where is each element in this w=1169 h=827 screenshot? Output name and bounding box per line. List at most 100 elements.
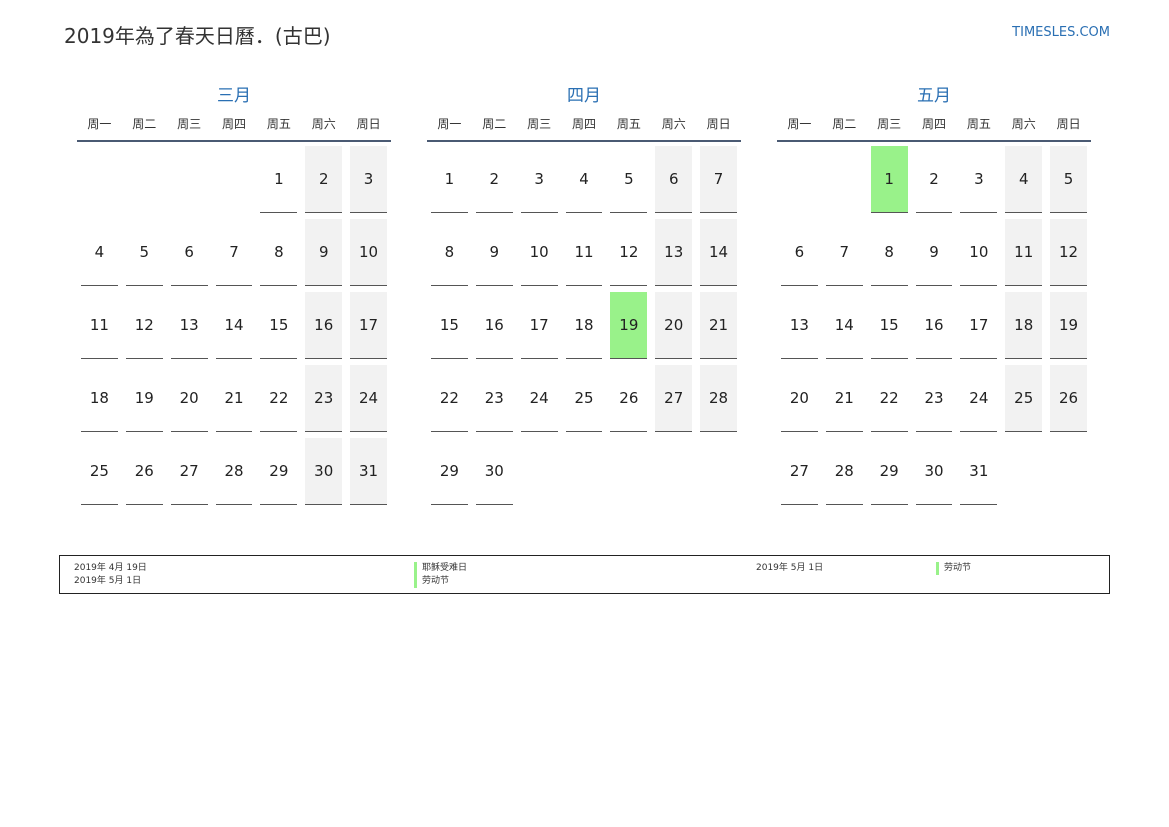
day-number: 23 — [915, 365, 953, 432]
day-number: 16 — [475, 292, 513, 359]
holiday-day-cell: 19 — [606, 292, 651, 365]
day-number: 26 — [610, 365, 648, 432]
day-number: 20 — [781, 365, 818, 432]
empty-cell — [696, 438, 741, 511]
day-cell: 31 — [956, 438, 1001, 511]
day-number: 26 — [125, 438, 163, 505]
month-march: 三月 周一 周二 周三 周四 周五 周六 周日 1 2 3 4 5 6 7 8 9 10 11 12 13 14 15 1… — [77, 84, 391, 511]
legend-date: 2019年 4月 19日 — [74, 563, 147, 573]
day-number: 31 — [960, 438, 998, 505]
day-cell: 4 — [1001, 146, 1046, 219]
day-number: 11 — [81, 292, 118, 359]
day-number: 27 — [170, 438, 208, 505]
day-cell: 4 — [77, 219, 122, 292]
legend-date: 2019年 5月 1日 — [74, 576, 142, 586]
day-cell: 27 — [777, 438, 822, 511]
day-number: 26 — [1050, 365, 1087, 432]
day-number: 28 — [215, 438, 253, 505]
empty-cell — [822, 146, 867, 219]
day-cell: 25 — [77, 438, 122, 511]
day-cell: 14 — [822, 292, 867, 365]
empty-cell — [651, 438, 696, 511]
day-number: 25 — [81, 438, 118, 505]
weekday-header: 周一 周二 周三 周四 周五 周六 周日 — [777, 108, 1091, 142]
weekday-label: 周二 — [832, 117, 857, 131]
day-cell: 13 — [651, 219, 696, 292]
day-number: 2 — [915, 146, 953, 213]
empty-cell — [212, 146, 257, 219]
day-number: 3 — [350, 146, 387, 213]
day-grid: 1 2 3 4 5 6 7 8 9 10 11 12 13 14 15 16 17 18 19 20 21 22 23 24 2… — [77, 146, 391, 511]
day-cell: 1 — [427, 146, 472, 219]
day-number: 13 — [655, 219, 693, 286]
day-cell: 10 — [517, 219, 562, 292]
day-number: 10 — [520, 219, 558, 286]
day-number: 24 — [960, 365, 998, 432]
day-number: 14 — [825, 292, 863, 359]
day-number: 18 — [1005, 292, 1043, 359]
weekday-label: 周四 — [572, 117, 597, 131]
day-number: 9 — [305, 219, 343, 286]
day-cell: 8 — [256, 219, 301, 292]
day-cell: 21 — [696, 292, 741, 365]
day-number: 15 — [870, 292, 908, 359]
month-april: 四月 周一 周二 周三 周四 周五 周六 周日 1 2 3 4 5 6 7 8 9 10 11 12 13 14 15 1… — [427, 84, 741, 511]
day-cell: 24 — [956, 365, 1001, 438]
day-number: 3 — [960, 146, 998, 213]
day-number: 6 — [170, 219, 208, 286]
weekday-label: 周二 — [132, 117, 157, 131]
day-cell: 8 — [867, 219, 912, 292]
weekday-label: 周三 — [877, 117, 902, 131]
day-number: 16 — [915, 292, 953, 359]
day-number: 5 — [125, 219, 163, 286]
legend-dates-right: 2019年 5月 1日 — [756, 562, 823, 575]
day-cell: 18 — [562, 292, 607, 365]
day-cell: 25 — [1001, 365, 1046, 438]
day-number: 7 — [825, 219, 863, 286]
empty-cell — [77, 146, 122, 219]
day-cell: 25 — [562, 365, 607, 438]
day-cell: 30 — [472, 438, 517, 511]
day-cell: 26 — [1046, 365, 1091, 438]
day-number: 10 — [960, 219, 998, 286]
day-number: 30 — [915, 438, 953, 505]
legend-dates-left: 2019年 4月 19日 2019年 5月 1日 — [74, 562, 147, 588]
day-number: 7 — [700, 146, 737, 213]
day-number: 27 — [781, 438, 818, 505]
day-number: 28 — [700, 365, 737, 432]
day-number: 2 — [475, 146, 513, 213]
day-cell: 6 — [777, 219, 822, 292]
empty-cell — [122, 146, 167, 219]
day-cell: 11 — [1001, 219, 1046, 292]
site-link[interactable]: TIMESLES.COM — [1012, 25, 1110, 40]
weekday-label: 周一 — [787, 117, 812, 131]
day-cell: 16 — [912, 292, 957, 365]
day-number: 16 — [305, 292, 343, 359]
day-cell: 5 — [1046, 146, 1091, 219]
day-cell: 9 — [912, 219, 957, 292]
day-number: 21 — [215, 365, 253, 432]
day-cell: 7 — [822, 219, 867, 292]
day-cell: 18 — [1001, 292, 1046, 365]
day-cell: 15 — [867, 292, 912, 365]
day-number: 21 — [700, 292, 737, 359]
day-number: 30 — [305, 438, 343, 505]
day-cell: 20 — [777, 365, 822, 438]
day-cell: 23 — [472, 365, 517, 438]
day-number: 3 — [520, 146, 558, 213]
day-cell: 2 — [301, 146, 346, 219]
day-cell: 11 — [77, 292, 122, 365]
day-cell: 20 — [651, 292, 696, 365]
day-cell: 22 — [427, 365, 472, 438]
day-cell: 29 — [427, 438, 472, 511]
day-number: 30 — [475, 438, 513, 505]
day-cell: 27 — [651, 365, 696, 438]
day-number: 11 — [1005, 219, 1043, 286]
day-number: 5 — [1050, 146, 1087, 213]
day-cell: 26 — [122, 438, 167, 511]
legend-names-left: 耶稣受难日 劳动节 — [414, 562, 467, 588]
day-cell: 2 — [912, 146, 957, 219]
weekday-label: 周日 — [356, 117, 381, 131]
empty-cell — [562, 438, 607, 511]
day-number: 4 — [1005, 146, 1043, 213]
